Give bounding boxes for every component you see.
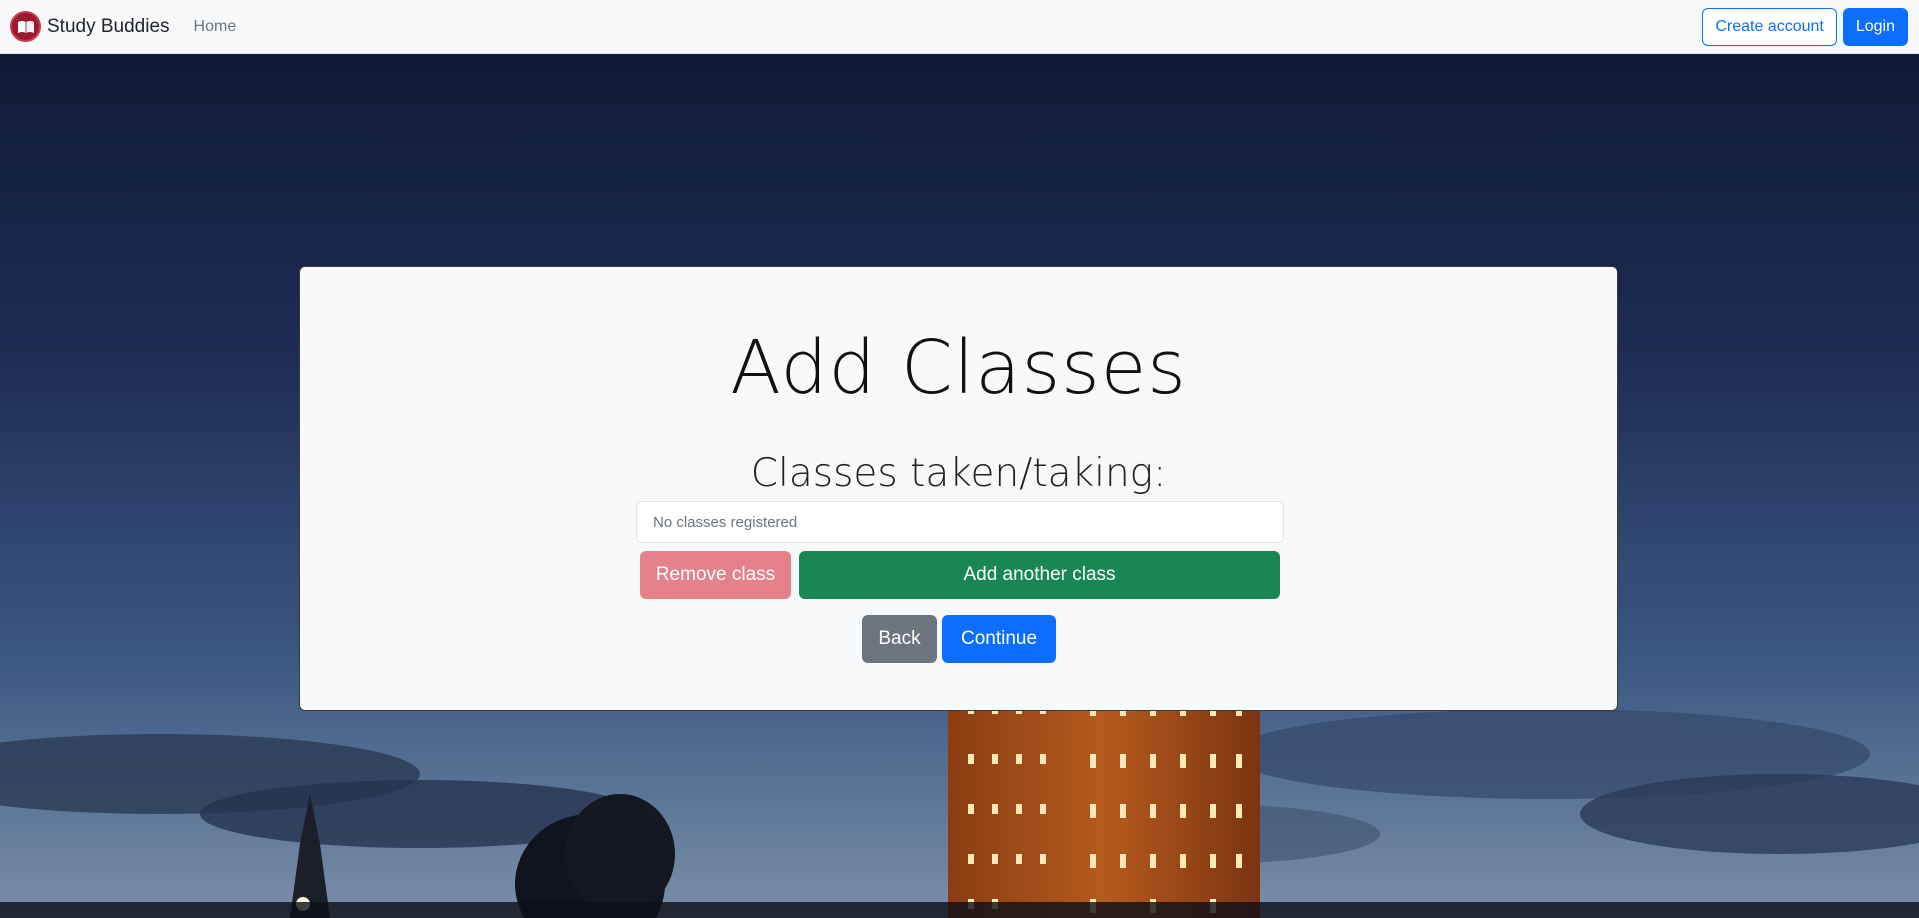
classes-subtitle: Classes taken/taking:	[750, 451, 1167, 496]
add-class-button[interactable]: Add another class	[799, 551, 1280, 599]
login-button[interactable]: Login	[1842, 7, 1908, 46]
create-account-button[interactable]: Create account	[1702, 7, 1837, 46]
nav-home-link[interactable]: Home	[194, 18, 237, 36]
remove-class-button[interactable]: Remove class	[640, 551, 791, 599]
add-classes-card: Add Classes Classes taken/taking: Remove…	[299, 266, 1618, 711]
brand-name: Study Buddies	[47, 15, 170, 37]
navbar: Study Buddies Home Create account Login	[0, 0, 1919, 54]
page-title: Add Classes	[730, 325, 1187, 411]
nav-actions: Create account Login	[1702, 7, 1908, 46]
open-book-icon	[10, 11, 41, 42]
back-button[interactable]: Back	[862, 615, 937, 663]
classes-input[interactable]	[636, 501, 1284, 543]
continue-button[interactable]: Continue	[942, 615, 1056, 663]
brand-link[interactable]: Study Buddies	[10, 11, 170, 42]
